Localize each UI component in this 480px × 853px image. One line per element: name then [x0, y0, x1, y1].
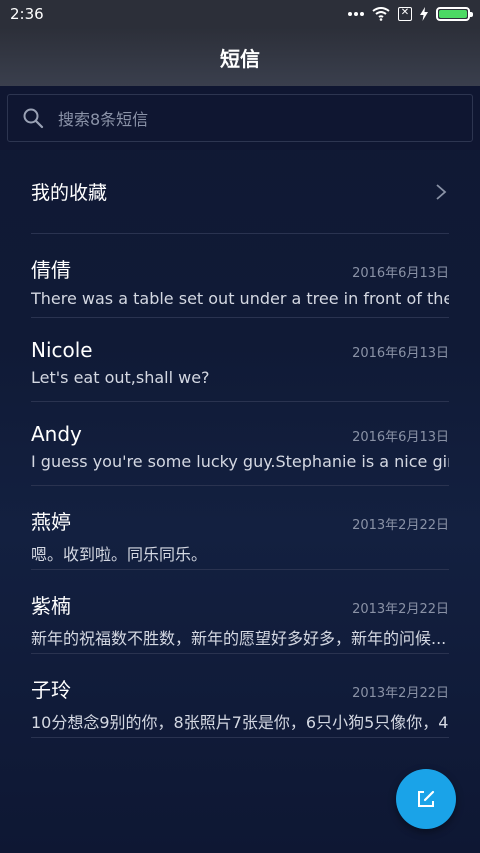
conversation-item[interactable]: 紫楠 2013年2月22日 新年的祝福数不胜数，新年的愿望好多好多，新年的问候.… — [31, 570, 449, 654]
charging-icon — [420, 7, 428, 21]
contact-name: 紫楠 — [31, 594, 71, 618]
message-date: 2016年6月13日 — [352, 266, 449, 281]
contact-name: 倩倩 — [31, 258, 71, 282]
conversation-item[interactable]: 子玲 2013年2月22日 10分想念9别的你，8张照片7张是你，6只小狗5只像… — [31, 654, 449, 738]
chevron-right-icon — [436, 183, 447, 200]
conversation-item[interactable]: Andy 2016年6月13日 I guess you're some luck… — [31, 402, 449, 486]
page-title: 短信 — [220, 46, 260, 71]
message-preview: There was a table set out under a tree i… — [31, 289, 449, 308]
contact-name: 燕婷 — [31, 510, 71, 534]
dots-icon — [348, 12, 364, 16]
message-preview: 新年的祝福数不胜数，新年的愿望好多好多，新年的问候... — [31, 629, 447, 648]
search-icon — [23, 108, 44, 129]
compose-icon — [418, 790, 435, 807]
contact-name: Nicole — [31, 338, 93, 362]
message-date: 2016年6月13日 — [352, 430, 449, 445]
contact-name: Andy — [31, 422, 82, 446]
conversation-list: 我的收藏 倩倩 2016年6月13日 There was a table set… — [0, 150, 480, 738]
wifi-icon — [372, 7, 390, 21]
message-preview: 10分想念9别的你，8张照片7张是你，6只小狗5只像你，4... — [31, 713, 449, 732]
message-preview: 嗯。收到啦。同乐同乐。 — [31, 545, 208, 564]
no-sim-icon: ✕ — [398, 7, 412, 21]
status-icons: ✕ — [348, 7, 473, 21]
compose-button[interactable] — [396, 769, 456, 829]
conversation-item[interactable]: 燕婷 2013年2月22日 嗯。收到啦。同乐同乐。 — [31, 486, 449, 570]
message-date: 2013年2月22日 — [352, 686, 449, 701]
status-bar: 2:36 ✕ — [0, 0, 480, 28]
contact-name: 子玲 — [31, 678, 71, 702]
battery-fill — [439, 10, 467, 18]
message-date: 2013年2月22日 — [352, 602, 449, 617]
app-bar: 短信 — [0, 28, 480, 86]
message-date: 2016年6月13日 — [352, 346, 449, 361]
message-preview: Let's eat out,shall we? — [31, 368, 210, 387]
message-preview: I guess you're some lucky guy.Stephanie … — [31, 452, 449, 471]
search-placeholder: 搜索8条短信 — [58, 110, 149, 129]
search-area: 搜索8条短信 — [0, 86, 480, 150]
status-time: 2:36 — [10, 5, 44, 23]
favorites-label: 我的收藏 — [31, 182, 108, 204]
conversation-item[interactable]: Nicole 2016年6月13日 Let's eat out,shall we… — [31, 318, 449, 402]
message-date: 2013年2月22日 — [352, 518, 449, 533]
conversation-item[interactable]: 倩倩 2016年6月13日 There was a table set out … — [31, 234, 449, 318]
favorites-row[interactable]: 我的收藏 — [31, 150, 449, 234]
search-input[interactable]: 搜索8条短信 — [7, 94, 473, 142]
battery-icon — [436, 7, 473, 21]
